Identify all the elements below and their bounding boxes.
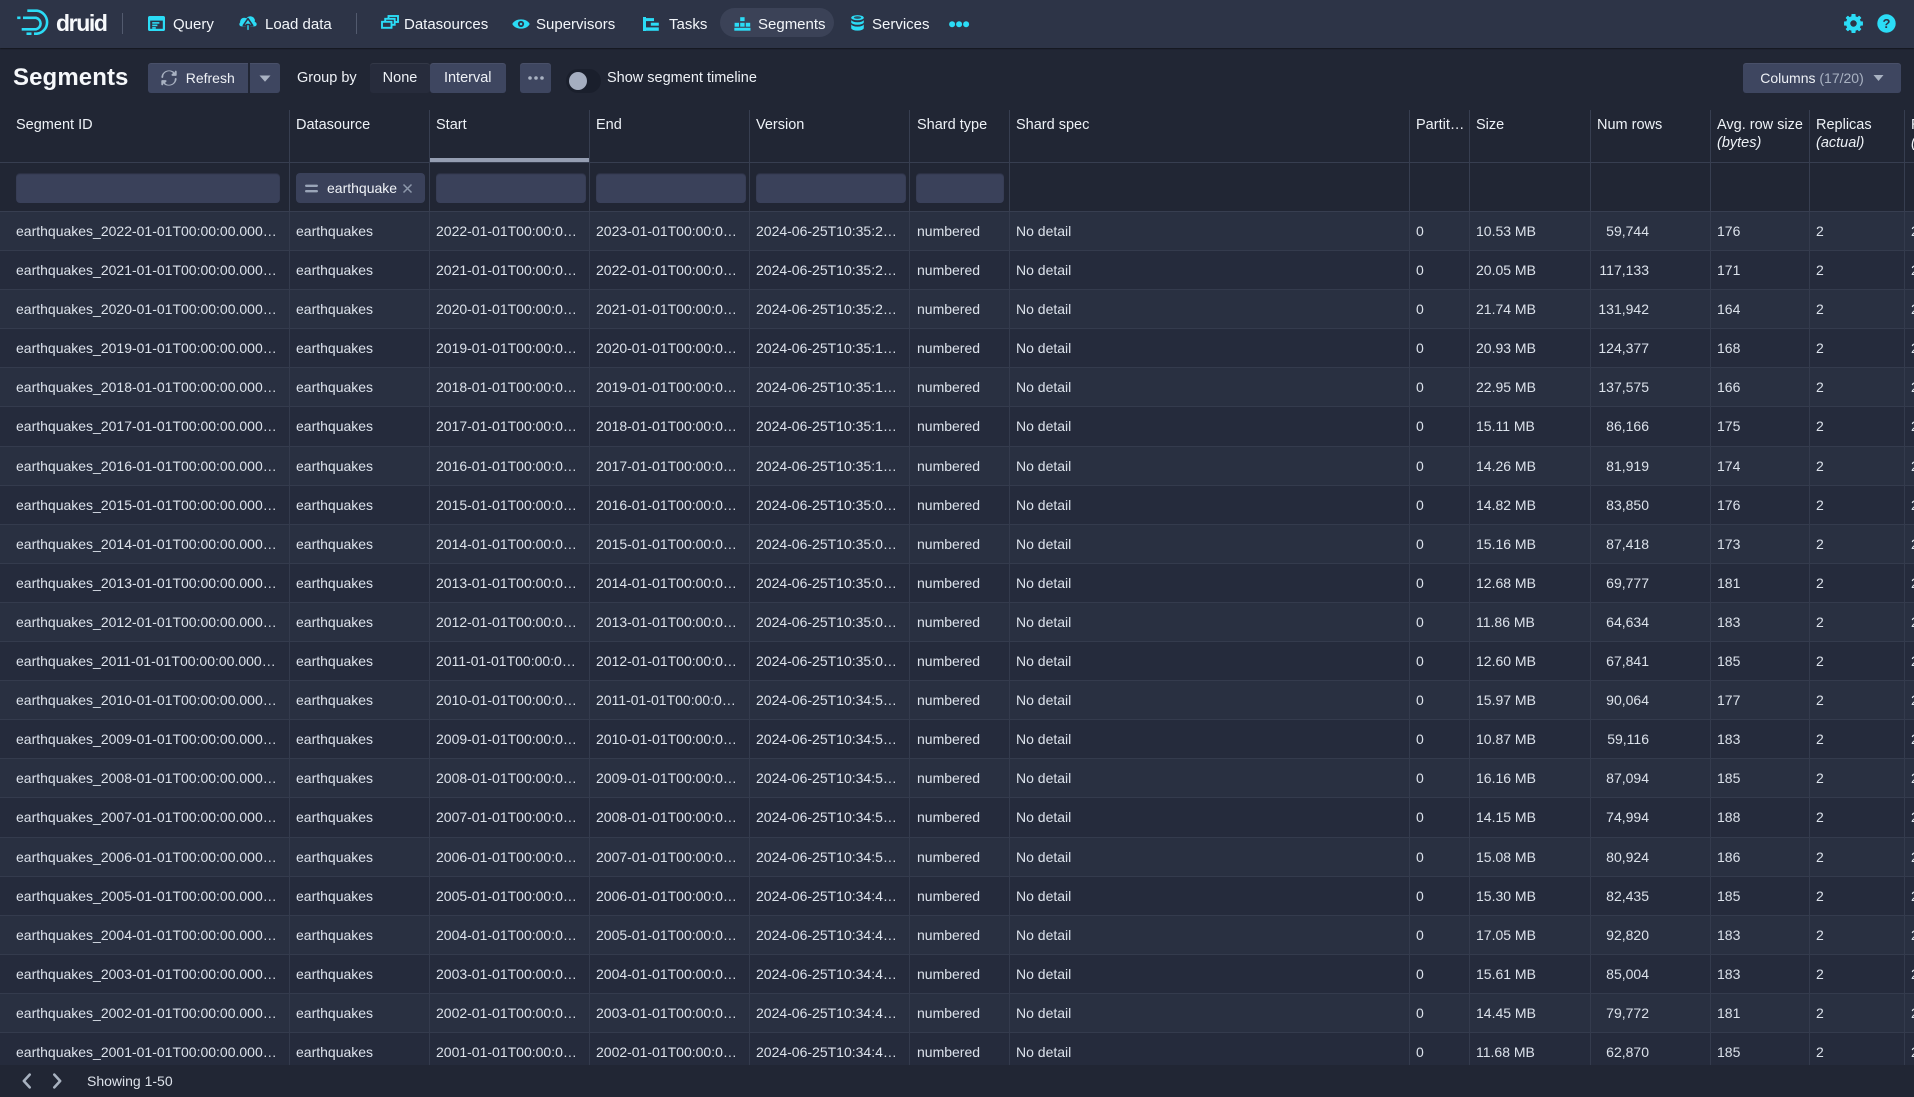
svg-text:?: ? (1883, 16, 1891, 31)
